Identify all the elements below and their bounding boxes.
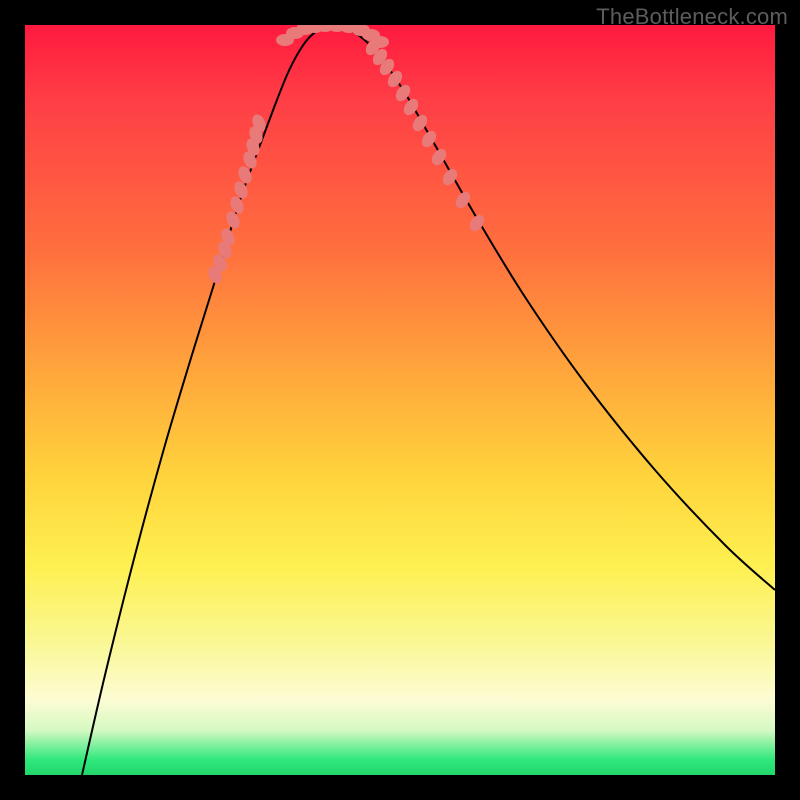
chart-frame xyxy=(25,25,775,775)
watermark-text: TheBottleneck.com xyxy=(596,4,788,30)
curve-layer xyxy=(25,25,775,775)
data-markers xyxy=(206,25,487,286)
